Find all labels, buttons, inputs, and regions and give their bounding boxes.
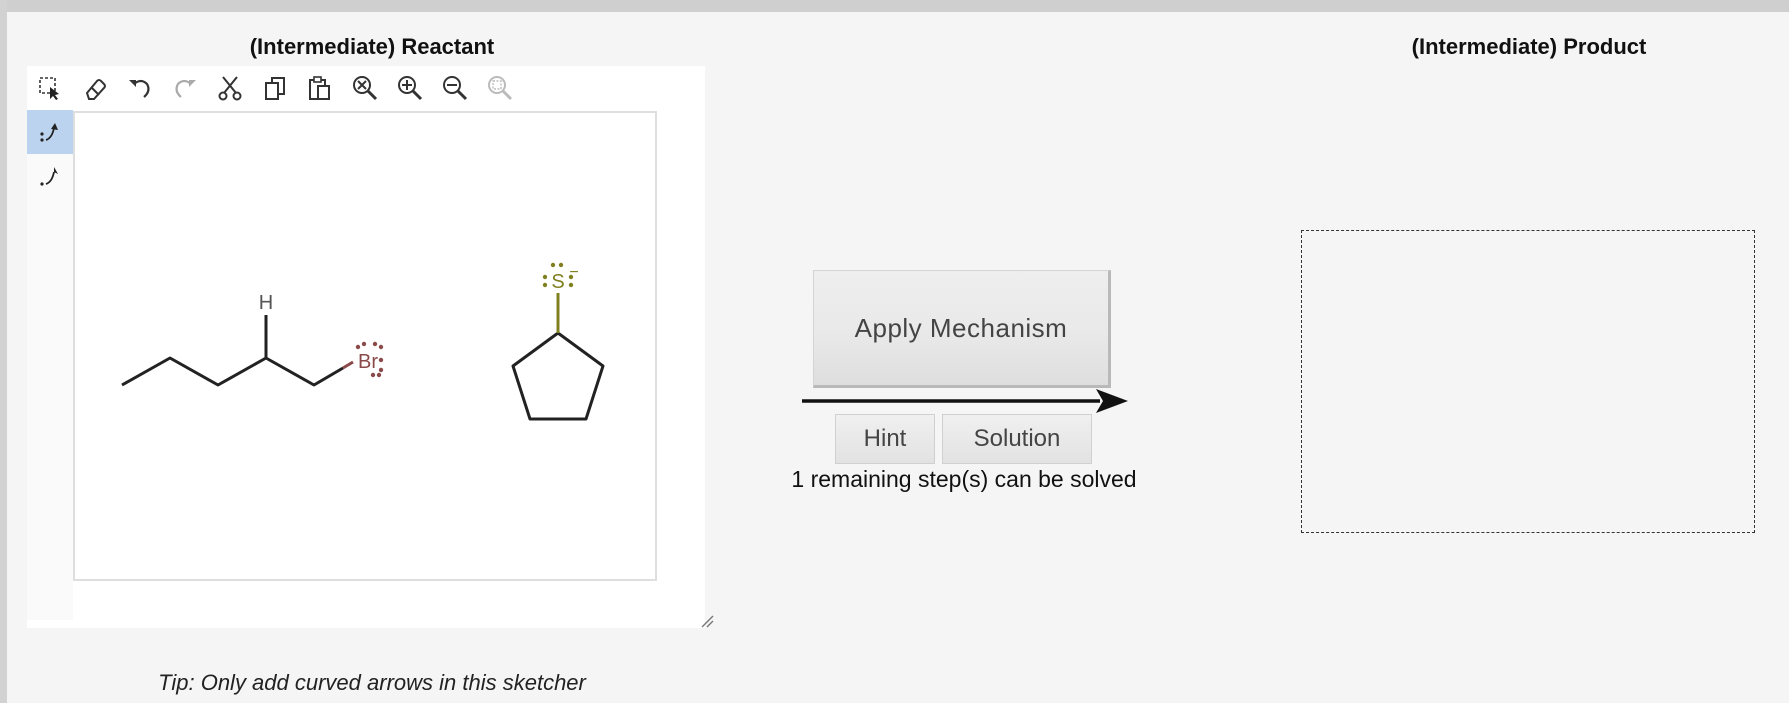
bromine-label: Br (358, 351, 378, 373)
product-drop-area[interactable] (1301, 230, 1755, 533)
apply-mechanism-button[interactable]: Apply Mechanism (813, 270, 1111, 388)
sulfur-label: S (551, 271, 564, 293)
zoom-out-icon[interactable] (438, 72, 472, 104)
reaction-arrow (802, 389, 1128, 413)
undo-icon[interactable] (123, 72, 157, 104)
alkyl-bromide-molecule: H Br (121, 292, 384, 387)
sketcher-toolbar (27, 66, 705, 110)
zoom-fit-icon[interactable] (483, 72, 517, 104)
single-electron-arrow-icon (40, 167, 58, 186)
arrow-tool-panel (27, 110, 73, 620)
product-title: (Intermediate) Product (1411, 34, 1647, 59)
sketcher-tip: Tip: Only add curved arrows in this sket… (158, 670, 586, 695)
zoom-in-icon[interactable] (393, 72, 427, 104)
hydrogen-label: H (259, 292, 273, 314)
redo-icon[interactable] (168, 72, 202, 104)
window-top-bar (0, 0, 1789, 12)
paste-icon[interactable] (303, 72, 337, 104)
drawing-canvas[interactable]: H Br S − (73, 111, 657, 581)
remaining-steps-text: 1 remaining step(s) can be solved (791, 466, 1137, 492)
hint-button[interactable]: Hint (835, 414, 935, 464)
eraser-icon[interactable] (78, 72, 112, 104)
reactant-sketcher: H Br S − (27, 66, 714, 628)
electron-pair-arrow-icon (40, 123, 58, 142)
molecule-structures: H Br S − (121, 262, 605, 421)
solution-button[interactable]: Solution (942, 414, 1092, 464)
single-electron-arrow-tool[interactable] (27, 154, 73, 198)
window-left-edge (0, 0, 7, 703)
resize-handle-icon[interactable] (700, 614, 714, 628)
cyclopentanethiolate-molecule: S − (511, 262, 605, 421)
select-icon[interactable] (33, 72, 67, 104)
reactant-title: (Intermediate) Reactant (249, 34, 495, 59)
zoom-reset-icon[interactable] (348, 72, 382, 104)
cut-icon[interactable] (213, 72, 247, 104)
copy-icon[interactable] (258, 72, 292, 104)
electron-pair-arrow-tool[interactable] (27, 110, 73, 154)
